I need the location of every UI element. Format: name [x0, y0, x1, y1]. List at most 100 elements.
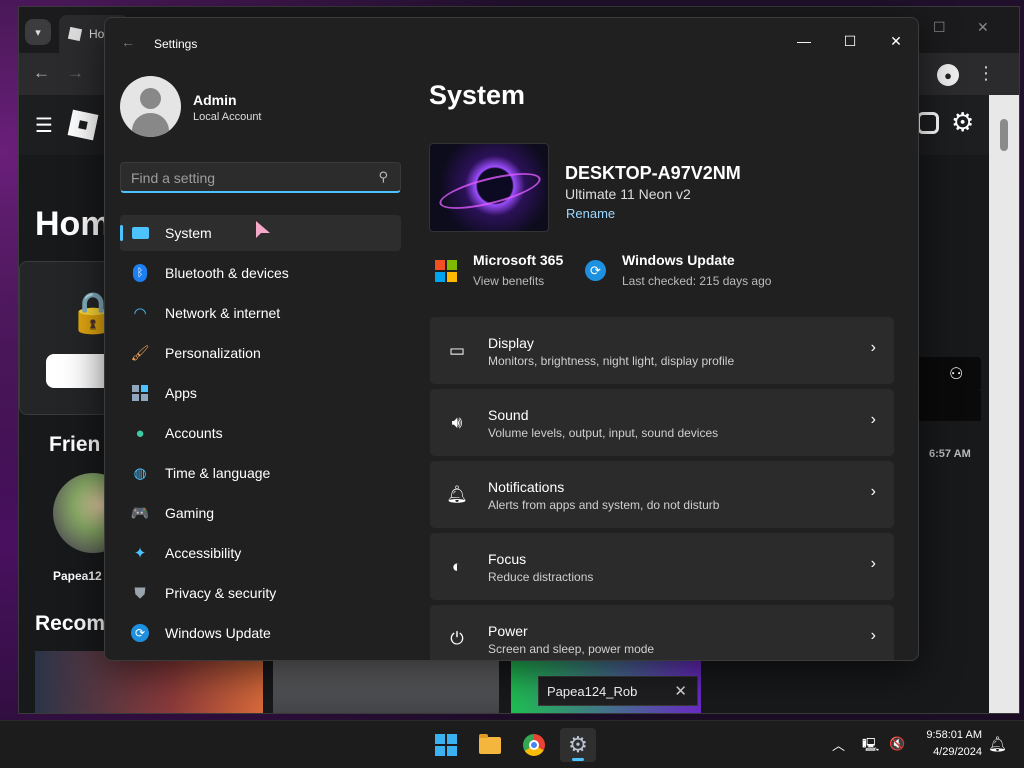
- card-title: Display: [488, 335, 534, 351]
- account-type: Local Account: [193, 111, 262, 123]
- nav-item-label: Privacy & security: [165, 585, 277, 601]
- power-card[interactable]: ⏻ Power Screen and sleep, power mode ›: [430, 605, 894, 660]
- quick-link-title: Windows Update: [622, 252, 735, 268]
- nav-item-accessibility[interactable]: ✦ Accessibility: [120, 535, 401, 571]
- roblox-chat-bar: [917, 391, 981, 421]
- maximize-icon[interactable]: ☐: [828, 26, 872, 56]
- browser-maximize-icon[interactable]: ☐: [933, 19, 946, 36]
- browser-forward-icon[interactable]: →: [67, 63, 84, 83]
- settings-titlebar: ← Settings — ☐ ✕: [105, 18, 918, 66]
- chevron-right-icon: ›: [870, 411, 876, 428]
- nav-item-time-language[interactable]: ◍ Time & language: [120, 455, 401, 491]
- roblox-home-heading: Hom: [35, 205, 111, 243]
- browser-scrollbar[interactable]: [989, 95, 1019, 713]
- nav-item-privacy[interactable]: ⛊ Privacy & security: [120, 575, 401, 611]
- card-subtitle: Volume levels, output, input, sound devi…: [488, 426, 719, 440]
- scrollbar-thumb[interactable]: [1000, 119, 1008, 151]
- browser-close-icon[interactable]: ✕: [977, 19, 989, 36]
- rename-link[interactable]: Rename: [566, 206, 615, 221]
- close-icon[interactable]: ✕: [674, 682, 687, 700]
- robux-icon[interactable]: [917, 112, 939, 134]
- user-name: Admin: [193, 92, 237, 108]
- card-subtitle: Monitors, brightness, night light, displ…: [488, 354, 735, 368]
- quick-link-title: Microsoft 365: [473, 252, 564, 268]
- recommended-heading: Recom: [35, 612, 106, 635]
- nav-item-accounts[interactable]: ● Accounts: [120, 415, 401, 451]
- browser-menu-icon[interactable]: ⋮: [977, 63, 995, 84]
- display-card[interactable]: ▭ Display Monitors, brightness, night li…: [430, 317, 894, 384]
- nav-item-bluetooth[interactable]: ᛒ Bluetooth & devices: [120, 255, 401, 291]
- chevron-right-icon: ›: [870, 339, 876, 356]
- toast-label: Papea124_Rob: [547, 683, 638, 699]
- roblox-settings-gear-icon[interactable]: ⚙: [951, 107, 974, 138]
- nav-item-label: Accounts: [165, 425, 223, 441]
- notification-bell-icon[interactable]: 🔔︎: [988, 735, 1007, 753]
- file-explorer-button[interactable]: [472, 728, 508, 762]
- back-arrow-icon[interactable]: ←: [121, 34, 135, 50]
- speaker-icon: 🔊︎: [451, 413, 463, 432]
- roblox-chat-toast[interactable]: Papea124_Rob ✕: [538, 676, 698, 706]
- avatar-head: [140, 88, 161, 109]
- taskbar-date[interactable]: 4/29/2024: [914, 746, 982, 758]
- settings-taskbar-button[interactable]: ⚙: [560, 728, 596, 762]
- show-hidden-icons-chevron-up-icon[interactable]: ︿: [832, 735, 845, 754]
- nav-item-network[interactable]: ◠ Network & internet: [120, 295, 401, 331]
- bell-icon: 🔔︎: [446, 485, 468, 504]
- friends-heading: Frien: [49, 433, 101, 456]
- chrome-button[interactable]: [516, 728, 552, 762]
- tab-search-dropdown[interactable]: ▾: [25, 19, 51, 45]
- focus-icon: ◐: [451, 557, 463, 576]
- shield-icon: ⛊: [134, 584, 146, 602]
- user-avatar[interactable]: [120, 76, 181, 137]
- focus-card[interactable]: ◐ Focus Reduce distractions ›: [430, 533, 894, 600]
- device-model: Ultimate 11 Neon v2: [565, 186, 691, 202]
- apps-icon: [130, 383, 150, 403]
- desktop-wallpaper-thumbnail[interactable]: [429, 143, 549, 232]
- friend-name[interactable]: Papea12: [53, 569, 102, 583]
- network-icon[interactable]: 🖳: [862, 736, 879, 758]
- nav-item-personalization[interactable]: 🖌 Personalization: [120, 335, 401, 371]
- card-subtitle: Alerts from apps and system, do not dist…: [488, 498, 720, 512]
- notifications-card[interactable]: 🔔︎ Notifications Alerts from apps and sy…: [430, 461, 894, 528]
- hamburger-menu-icon[interactable]: ☰: [35, 113, 53, 138]
- volume-muted-icon[interactable]: 🔇: [889, 736, 905, 752]
- chevron-right-icon: ›: [870, 483, 876, 500]
- taskbar: ⚙ ︿ 🖳 🔇 9:58:01 AM 4/29/2024 🔔︎: [0, 720, 1024, 768]
- update-icon: ⟳: [585, 260, 606, 281]
- card-subtitle: Screen and sleep, power mode: [488, 642, 655, 656]
- minimize-icon[interactable]: —: [782, 26, 826, 56]
- sound-card[interactable]: 🔊︎ Sound Volume levels, output, input, s…: [430, 389, 894, 456]
- settings-icon: ⚙: [568, 732, 588, 757]
- nav-item-label: Windows Update: [165, 625, 271, 641]
- settings-window: ← Settings — ☐ ✕ Admin Local Account ⚲ S…: [104, 17, 919, 661]
- nav-item-label: System: [165, 225, 212, 241]
- device-name: DESKTOP-A97V2NM: [565, 163, 741, 183]
- search-icon[interactable]: ⚲: [378, 169, 388, 185]
- nav-item-label: Network & internet: [165, 305, 281, 321]
- page-title: System: [429, 80, 526, 110]
- chevron-right-icon: ›: [870, 555, 876, 572]
- search-input[interactable]: [131, 168, 361, 188]
- monitor-icon: ▭: [448, 341, 466, 360]
- settings-search-box[interactable]: ⚲: [120, 162, 401, 193]
- card-subtitle: Reduce distractions: [488, 570, 594, 584]
- nav-item-apps[interactable]: Apps: [120, 375, 401, 411]
- roblox-logo-icon[interactable]: [67, 109, 99, 141]
- nav-item-label: Accessibility: [165, 545, 242, 561]
- browser-back-icon[interactable]: ←: [33, 63, 50, 83]
- taskbar-time[interactable]: 9:58:01 AM: [914, 729, 982, 741]
- nav-item-label: Time & language: [165, 465, 271, 481]
- add-friends-icon[interactable]: ⚇: [949, 364, 963, 384]
- nav-item-gaming[interactable]: 🎮 Gaming: [120, 495, 401, 531]
- start-icon: [435, 734, 457, 756]
- file-explorer-icon: [479, 733, 501, 754]
- roblox-favicon-icon: [67, 26, 83, 42]
- start-button[interactable]: [428, 728, 464, 762]
- browser-profile-icon[interactable]: ●: [937, 64, 959, 86]
- nav-item-windows-update[interactable]: ⟳ Windows Update: [120, 615, 401, 651]
- window-title: Settings: [154, 37, 198, 51]
- globe-clock-icon: ◍: [133, 465, 147, 482]
- bluetooth-icon: ᛒ: [130, 263, 150, 283]
- nav-item-label: Personalization: [165, 345, 261, 361]
- close-icon[interactable]: ✕: [874, 26, 918, 56]
